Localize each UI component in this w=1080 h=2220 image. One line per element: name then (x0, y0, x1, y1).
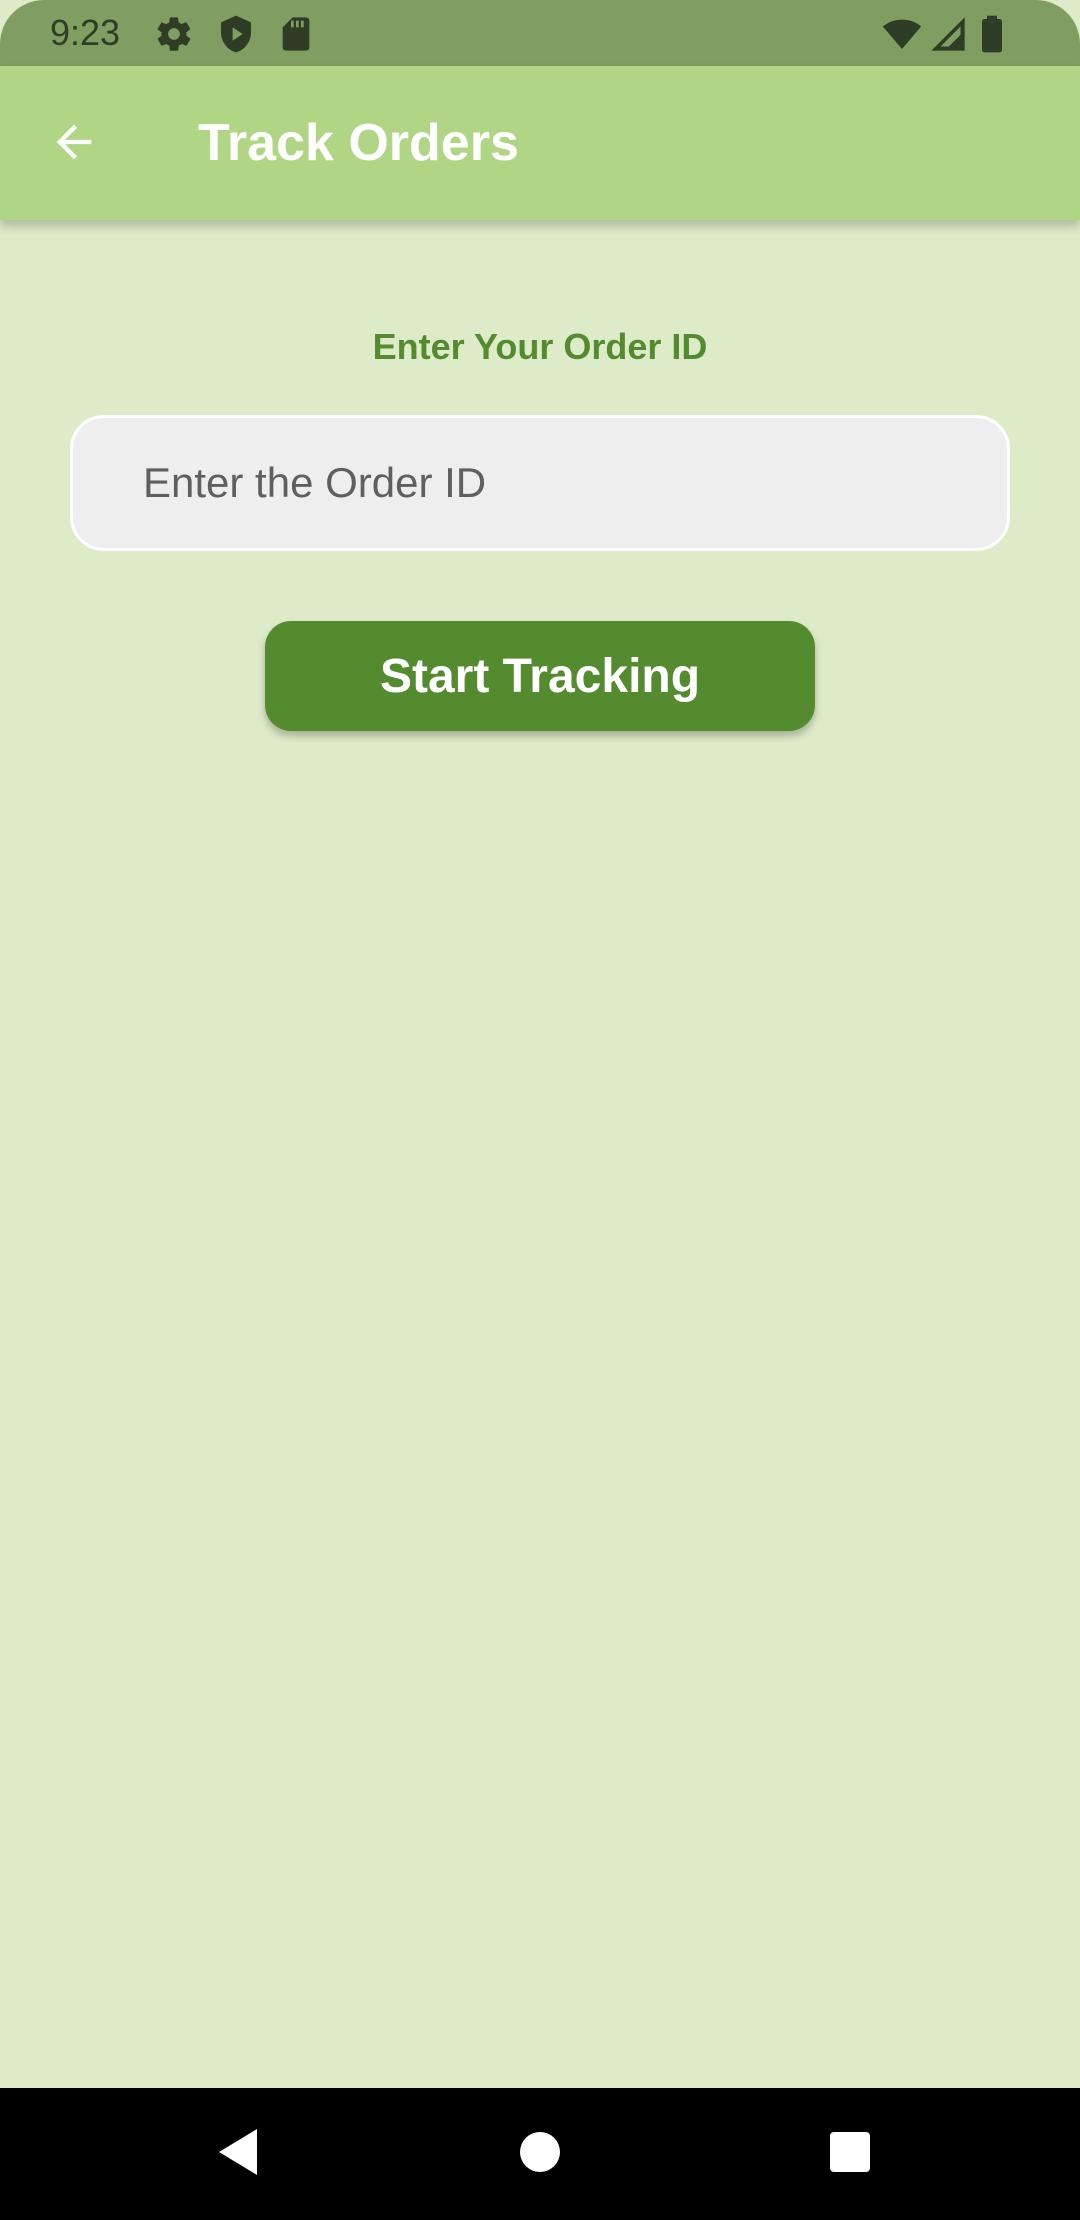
sd-card-icon (276, 14, 316, 54)
status-time: 9:23 (50, 12, 121, 53)
order-id-input[interactable] (70, 415, 1010, 551)
app-bar: Track Orders (0, 66, 1080, 220)
back-triangle-icon (215, 2127, 261, 2182)
arrow-left-icon (48, 116, 100, 173)
gear-icon (154, 14, 194, 54)
home-circle-icon (519, 2131, 561, 2178)
status-bar: 9:23 (0, 0, 1080, 66)
signal-icon (928, 14, 968, 54)
page-title: Track Orders (198, 114, 519, 172)
nav-back-button[interactable] (200, 2116, 276, 2192)
order-id-label: Enter Your Order ID (372, 326, 708, 367)
start-tracking-button[interactable]: Start Tracking (265, 621, 815, 731)
battery-icon (978, 14, 1006, 54)
shield-icon (216, 14, 256, 54)
track-orders-screen: 9:23 Track Orders Enter Your Order ID En… (0, 0, 1080, 2220)
back-button[interactable] (36, 106, 112, 182)
system-nav-bar (0, 2088, 1080, 2220)
nav-home-button[interactable] (502, 2116, 578, 2192)
nav-recents-button[interactable] (812, 2116, 888, 2192)
recents-square-icon (829, 2131, 871, 2178)
wifi-icon (880, 14, 924, 54)
